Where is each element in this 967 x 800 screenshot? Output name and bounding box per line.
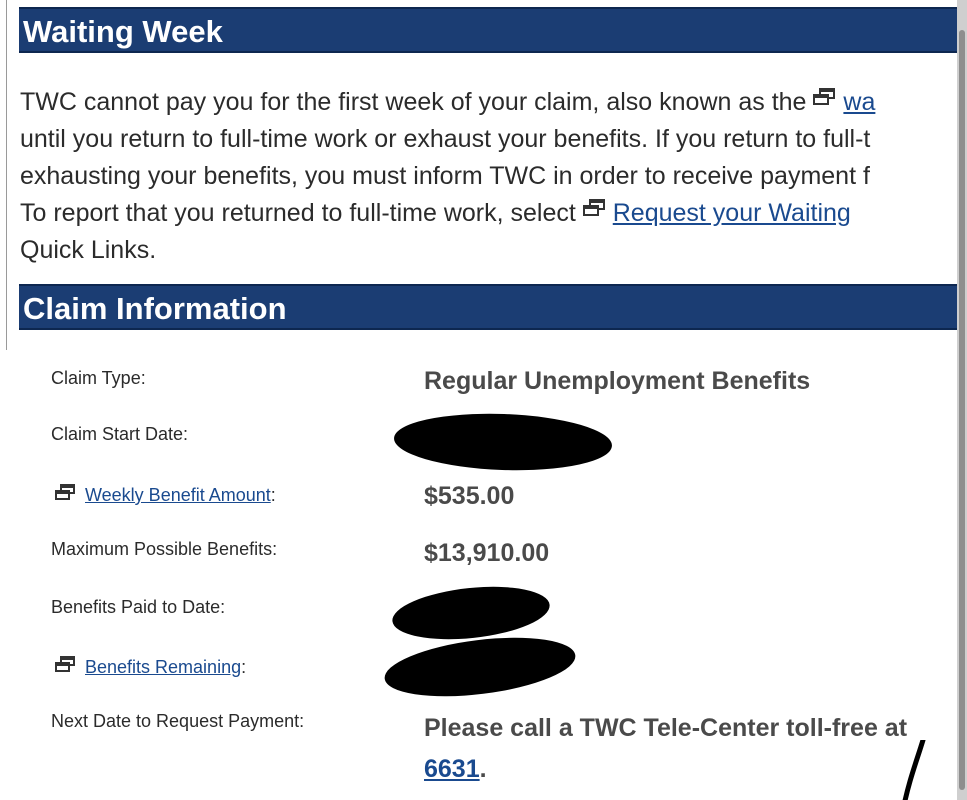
new-window-icon xyxy=(55,484,75,500)
waiting-line-5: Quick Links. xyxy=(20,236,157,264)
maximum-benefits-label: Maximum Possible Benefits: xyxy=(51,539,278,559)
request-waiting-week-link[interactable]: Request your Waiting xyxy=(613,199,851,227)
page: Waiting Week TWC cannot pay you for the … xyxy=(0,0,967,800)
next-request-date-value: Please call a TWC Tele-Center toll-free … xyxy=(424,714,908,742)
claim-information-title: Claim Information xyxy=(23,291,287,326)
redaction-mark xyxy=(389,579,553,647)
vertical-scrollbar[interactable] xyxy=(957,0,967,800)
waiting-line-1-text: TWC cannot pay you for the first week of… xyxy=(20,88,814,116)
benefits-remaining-label: Benefits Remaining: xyxy=(55,656,246,678)
claim-type-label: Claim Type: xyxy=(51,368,146,388)
claim-information-header: Claim Information xyxy=(19,284,967,330)
claim-start-date-label: Claim Start Date: xyxy=(51,424,189,444)
weekly-benefit-amount-value: $535.00 xyxy=(424,482,515,510)
tele-center-phone-link[interactable]: 6631 xyxy=(424,755,480,783)
weekly-benefit-amount-colon: : xyxy=(270,485,276,505)
benefits-paid-label: Benefits Paid to Date: xyxy=(51,597,226,617)
claim-type-value: Regular Unemployment Benefits xyxy=(424,367,811,395)
next-request-date-phone-line: 6631. xyxy=(424,755,487,784)
waiting-line-1: TWC cannot pay you for the first week of… xyxy=(20,84,967,121)
new-window-icon xyxy=(813,88,836,106)
phone-line-period: . xyxy=(479,755,487,783)
waiting-week-title: Waiting Week xyxy=(23,14,223,49)
pen-scribble-mark xyxy=(902,740,926,800)
waiting-line-4: To report that you returned to full-time… xyxy=(20,195,967,232)
redaction-mark xyxy=(393,410,613,474)
weekly-benefit-amount-link[interactable]: Weekly Benefit Amount xyxy=(85,485,271,505)
waiting-week-text: TWC cannot pay you for the first week of… xyxy=(20,84,967,269)
waiting-line-2: until you return to full-time work or ex… xyxy=(20,125,871,153)
new-window-icon xyxy=(55,656,75,672)
maximum-benefits-value: $13,910.00 xyxy=(424,539,550,567)
scrollbar-thumb[interactable] xyxy=(959,30,965,790)
waiting-week-header: Waiting Week xyxy=(19,7,967,53)
new-window-icon xyxy=(582,199,605,217)
benefits-remaining-colon: : xyxy=(241,657,247,677)
weekly-benefit-amount-label: Weekly Benefit Amount: xyxy=(55,484,276,506)
waiting-line-4-text: To report that you returned to full-time… xyxy=(20,199,583,227)
next-request-date-label: Next Date to Request Payment: xyxy=(51,711,305,731)
waiting-week-link[interactable]: wa xyxy=(843,88,875,116)
waiting-line-3: exhausting your benefits, you must infor… xyxy=(20,162,870,190)
redaction-mark xyxy=(381,628,579,706)
page-border xyxy=(6,0,7,350)
benefits-remaining-link[interactable]: Benefits Remaining xyxy=(85,657,241,677)
